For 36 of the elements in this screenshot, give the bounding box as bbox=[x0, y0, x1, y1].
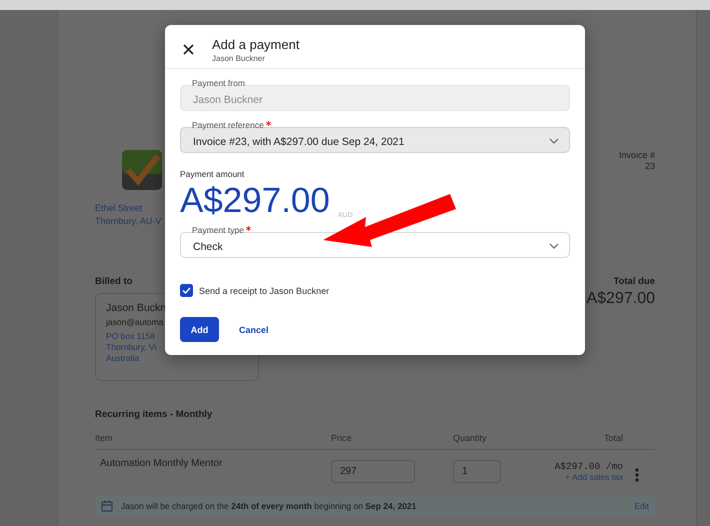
customer-email: jason@automa bbox=[106, 317, 164, 327]
address-line: Ethel Street bbox=[95, 202, 144, 215]
column-header: Price bbox=[331, 433, 353, 443]
customer-address-line: PO box 1158 bbox=[106, 331, 156, 342]
receipt-checkbox[interactable] bbox=[180, 284, 193, 297]
customer-name: Jason Buckn bbox=[106, 302, 168, 314]
total-due-amount: A$297.00 bbox=[586, 290, 655, 308]
checkmark-logo-icon bbox=[122, 150, 162, 190]
receipt-label: Send a receipt to Jason Buckner bbox=[199, 286, 330, 296]
address-line: Thornbury, AU-V bbox=[95, 215, 162, 228]
amount-label: Payment amount bbox=[180, 169, 246, 179]
cancel-button[interactable]: Cancel bbox=[239, 324, 269, 334]
invoice-number-label: Invoice # bbox=[618, 150, 655, 161]
invoice-number: 23 bbox=[644, 161, 655, 172]
line-total: A$297.00 /mo bbox=[554, 461, 623, 472]
add-button[interactable]: Add bbox=[180, 317, 219, 342]
payment-amount: A$297.00 bbox=[180, 183, 330, 219]
calendar-icon bbox=[101, 500, 113, 512]
close-icon[interactable] bbox=[183, 44, 194, 55]
billed-to-heading: Billed to bbox=[95, 276, 134, 287]
item-name: Automation Monthly Mentor bbox=[99, 458, 224, 469]
customer-address-line: Australia bbox=[106, 353, 140, 364]
dialog-subtitle: Jason Buckner bbox=[212, 54, 266, 62]
field-label: Payment type bbox=[192, 225, 244, 235]
column-header: Item bbox=[95, 433, 114, 443]
recurring-heading: Recurring items - Monthly bbox=[95, 409, 214, 420]
field-label: Payment reference bbox=[192, 120, 264, 130]
total-due-label: Total due bbox=[613, 276, 655, 287]
schedule-text: Jason will be charged on the 24th of every month beginning on Sep 24, 2021 bbox=[121, 501, 418, 511]
customer-address-line: Thornbury, Vi bbox=[106, 342, 158, 353]
more-options-icon[interactable] bbox=[635, 468, 639, 482]
chevron-down-icon bbox=[549, 138, 559, 144]
chevron-down-icon bbox=[549, 243, 559, 249]
column-header: Total bbox=[602, 433, 623, 443]
column-header: Quantity bbox=[453, 433, 488, 443]
dialog-title: Add a payment bbox=[212, 36, 300, 52]
